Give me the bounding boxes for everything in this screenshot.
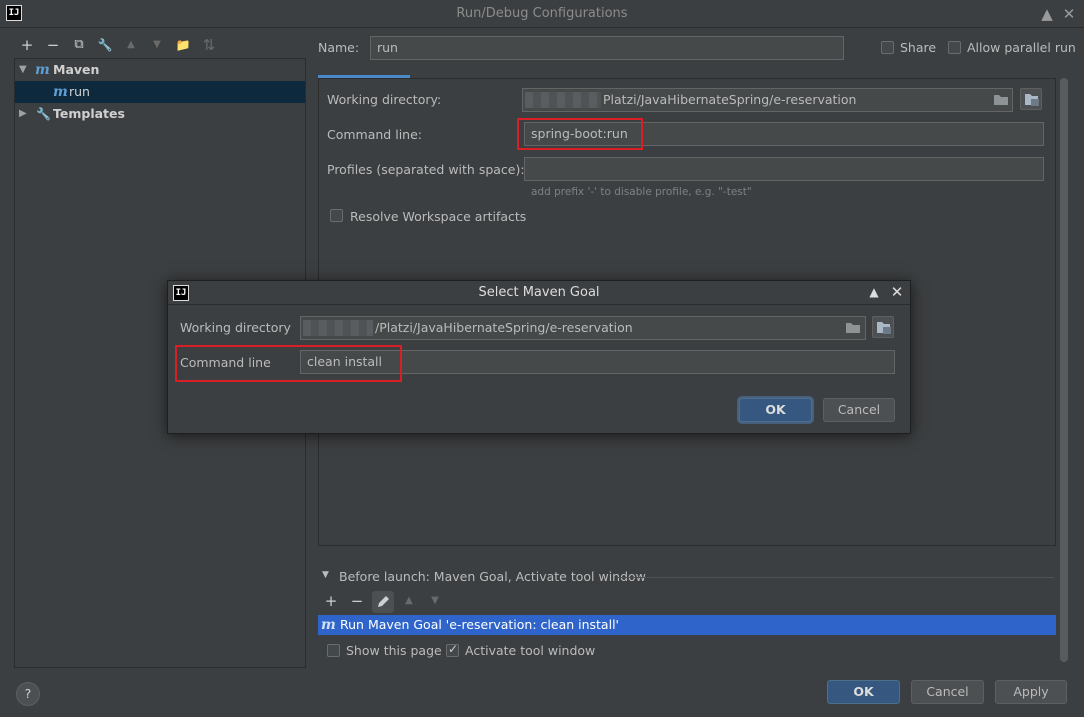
cancel-button[interactable]: Cancel [911,680,984,704]
sort-button[interactable]: ⇅ [200,36,218,54]
dialog-title-bar: IJ Select Maven Goal ▲ ✕ [168,281,910,305]
tree-item-label: Maven [53,62,100,77]
dialog-cancel-button[interactable]: Cancel [823,398,895,422]
share-checkbox[interactable] [881,41,894,54]
remove-config-button[interactable]: − [44,36,62,54]
redacted-path [303,320,373,336]
window-title-bar: IJ Run/Debug Configurations ▲ ✕ [0,0,1084,28]
before-launch-task-row[interactable]: m Run Maven Goal 'e-reservation: clean i… [318,615,1056,635]
highlight-box [175,345,402,382]
allow-parallel-label: Allow parallel run [967,40,1076,55]
edit-task-button[interactable] [372,591,394,613]
expand-arrow-icon[interactable]: ▼ [19,59,27,81]
highlight-box [517,118,643,150]
dialog-working-dir-input[interactable]: /Platzi/JavaHibernateSpring/e-reservatio… [300,316,866,340]
dialog-title: Select Maven Goal [478,285,600,300]
allow-parallel-checkbox[interactable] [948,41,961,54]
task-label: Run Maven Goal 'e-reservation: clean ins… [340,617,619,632]
scrollbar[interactable] [1060,78,1068,662]
maven-icon: m [53,84,68,100]
dialog-ok-button[interactable]: OK [739,398,812,422]
tree-item-run[interactable]: m run [15,81,305,103]
tree-item-label: Templates [53,106,125,121]
move-up-button[interactable]: ▲ [400,592,418,610]
tree-item-templates[interactable]: ▶ 🔧 Templates [15,103,305,125]
maven-icon: m [35,62,50,78]
maximize-icon[interactable]: ▲ [1038,6,1056,22]
profiles-hint: add prefix '-' to disable profile, e.g. … [531,186,752,198]
apply-button[interactable]: Apply [995,680,1067,704]
name-label: Name: [318,40,360,55]
redacted-path [525,92,601,108]
collapse-arrow-icon[interactable]: ▼ [322,570,329,580]
move-down-button[interactable]: ▼ [426,592,444,610]
move-down-button[interactable]: ▼ [148,36,166,54]
remove-task-button[interactable]: − [348,592,366,610]
working-dir-label: Working directory: [327,92,442,107]
share-label: Share [900,40,937,55]
close-icon[interactable]: ✕ [888,284,906,300]
maven-icon: m [321,617,336,633]
folder-icon[interactable]: 📁 [174,36,192,54]
add-config-button[interactable]: + [18,36,36,54]
resolve-workspace-label: Resolve Workspace artifacts [350,209,527,224]
resolve-workspace-checkbox[interactable] [330,209,343,222]
before-launch-header: Before launch: Maven Goal, Activate tool… [339,569,646,584]
copy-config-button[interactable]: ⧉ [70,36,88,54]
activate-tool-window-label: Activate tool window [465,643,596,658]
browse-button[interactable] [1020,88,1042,110]
dialog-working-dir-label: Working directory [180,320,291,335]
window-title: Run/Debug Configurations [456,6,628,21]
command-line-label: Command line: [327,127,422,142]
profiles-input[interactable] [524,157,1044,181]
collapse-icon[interactable]: ▲ [865,284,883,300]
show-page-checkbox[interactable] [327,644,340,657]
select-maven-goal-dialog: IJ Select Maven Goal ▲ ✕ Working directo… [167,280,911,434]
tree-item-maven[interactable]: ▼ m Maven [15,59,305,81]
activate-tool-window-checkbox[interactable] [446,642,459,657]
collapse-arrow-icon[interactable]: ▶ [19,103,27,125]
wrench-icon: 🔧 [36,107,51,121]
help-button[interactable]: ? [16,682,40,706]
name-input[interactable]: run [370,36,844,60]
wrench-icon[interactable]: 🔧 [96,36,114,54]
folder-icon[interactable] [993,93,1009,106]
dialog-browse-button[interactable] [872,316,894,338]
profiles-label: Profiles (separated with space): [327,162,525,177]
ok-button[interactable]: OK [827,680,900,704]
folder-icon[interactable] [845,321,861,334]
tree-item-label: run [69,84,90,99]
close-icon[interactable]: ✕ [1060,6,1078,22]
move-up-button[interactable]: ▲ [122,36,140,54]
divider [618,577,1054,578]
show-page-label: Show this page [346,643,442,658]
add-task-button[interactable]: + [322,592,340,610]
